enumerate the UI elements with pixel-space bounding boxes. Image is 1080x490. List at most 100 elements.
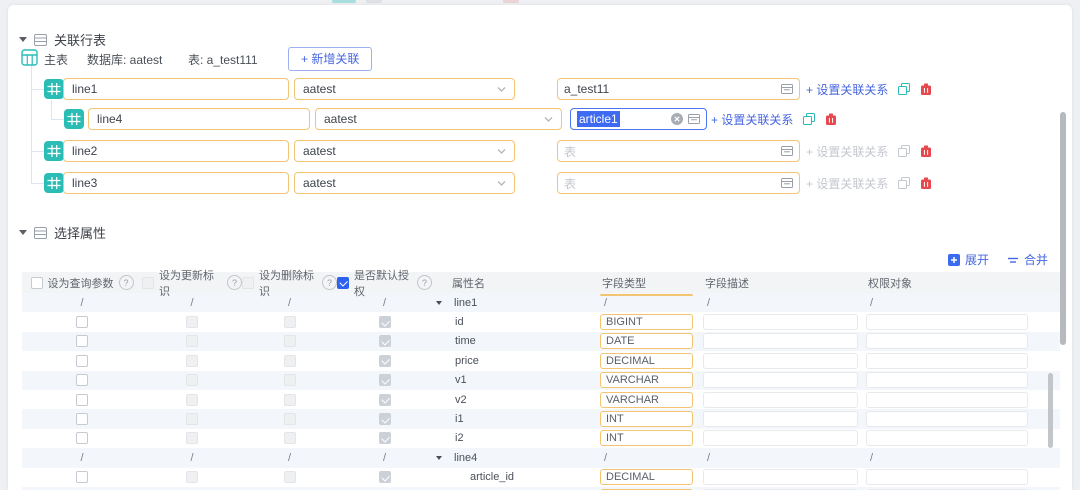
set-relation-link[interactable]: + 设置关联关系	[806, 175, 888, 192]
help-icon[interactable]: ?	[322, 275, 337, 290]
copy-icon[interactable]	[803, 113, 815, 125]
permission-input[interactable]	[866, 411, 1028, 427]
query-param-checkbox[interactable]	[76, 394, 88, 406]
field-type-input[interactable]	[600, 430, 693, 446]
delete-icon[interactable]	[920, 177, 932, 190]
table-scrollbar[interactable]	[1048, 373, 1053, 448]
clear-icon[interactable]	[671, 113, 683, 125]
query-param-checkbox[interactable]	[76, 355, 88, 367]
query-param-checkbox[interactable]	[76, 374, 88, 386]
linked-table-input[interactable]: a_test11	[557, 78, 800, 100]
table-picker-icon[interactable]	[781, 145, 793, 157]
query-param-checkbox[interactable]	[76, 471, 88, 483]
permission-input[interactable]	[866, 469, 1028, 485]
table-cell: i1	[432, 409, 595, 428]
permission-input[interactable]	[866, 372, 1028, 388]
table-picker-icon[interactable]	[781, 145, 793, 157]
linked-table-input-value: a_test11	[564, 82, 776, 96]
add-relation-button[interactable]: + 新增关联	[288, 47, 372, 71]
copy-icon[interactable]	[898, 177, 910, 189]
table-picker-icon[interactable]	[781, 177, 793, 189]
attribute-name: i1	[455, 413, 464, 425]
relation-name-input[interactable]	[63, 172, 289, 194]
delete-icon[interactable]	[825, 113, 837, 126]
field-desc-input[interactable]	[703, 353, 858, 369]
field-desc-input[interactable]	[703, 372, 858, 388]
header-checkbox[interactable]	[31, 277, 43, 289]
default-auth-checkbox	[379, 316, 391, 328]
linked-table-input[interactable]: 表	[557, 140, 800, 162]
table-picker-icon[interactable]	[781, 83, 793, 95]
expand-all-button[interactable]: 展开	[948, 251, 989, 268]
group-caret-icon[interactable]	[436, 456, 442, 460]
group-caret-icon[interactable]	[436, 301, 442, 305]
field-desc-input[interactable]	[703, 430, 858, 446]
header-checkbox[interactable]	[337, 277, 349, 289]
copy-icon[interactable]	[898, 177, 910, 189]
merge-all-button[interactable]: 合并	[1007, 251, 1048, 268]
linked-table-input[interactable]: 表	[557, 172, 800, 194]
permission-input[interactable]	[866, 392, 1028, 408]
database-select[interactable]: aatest	[294, 172, 515, 194]
clear-icon[interactable]	[671, 113, 683, 125]
set-relation-link[interactable]: + 设置关联关系	[806, 81, 888, 98]
relation-name-input[interactable]	[63, 140, 289, 162]
help-icon[interactable]: ?	[119, 275, 134, 290]
delete-icon[interactable]	[920, 83, 932, 96]
query-param-checkbox[interactable]	[76, 413, 88, 425]
collapse-caret-icon[interactable]	[19, 230, 27, 235]
copy-icon[interactable]	[898, 83, 910, 95]
table-picker-icon[interactable]	[688, 113, 700, 125]
permission-input[interactable]	[866, 314, 1028, 330]
field-type-input[interactable]	[600, 392, 693, 408]
database-select[interactable]: aatest	[294, 140, 515, 162]
field-type-input[interactable]	[600, 372, 693, 388]
relation-name-input[interactable]	[63, 78, 289, 100]
help-icon[interactable]: ?	[227, 275, 242, 290]
set-relation-link[interactable]: + 设置关联关系	[711, 111, 793, 128]
set-relation-link[interactable]: + 设置关联关系	[806, 143, 888, 160]
permission-input[interactable]	[866, 353, 1028, 369]
delete-icon[interactable]	[920, 83, 932, 96]
delete-icon[interactable]	[920, 177, 932, 190]
page-scrollbar[interactable]	[1060, 112, 1066, 345]
delete-icon[interactable]	[920, 145, 932, 158]
database-select[interactable]: aatest	[294, 78, 515, 100]
field-desc-input[interactable]	[703, 469, 858, 485]
copy-icon[interactable]	[898, 145, 910, 157]
node-table-icon	[44, 141, 64, 161]
row-actions: + 设置关联关系	[711, 108, 837, 130]
table-cell	[861, 409, 1060, 428]
copy-icon[interactable]	[898, 83, 910, 95]
table-picker-icon[interactable]	[781, 83, 793, 95]
field-desc-input[interactable]	[703, 314, 858, 330]
delete-icon[interactable]	[920, 145, 932, 158]
attribute-name: price	[455, 355, 479, 367]
permission-input[interactable]	[866, 430, 1028, 446]
query-param-checkbox[interactable]	[76, 316, 88, 328]
linked-table-input[interactable]: article1	[570, 108, 707, 130]
copy-icon[interactable]	[898, 145, 910, 157]
field-desc-input[interactable]	[703, 392, 858, 408]
relation-name-input[interactable]	[88, 108, 310, 130]
table-cell	[142, 332, 242, 351]
field-type-input[interactable]	[600, 353, 693, 369]
field-type-input[interactable]	[600, 411, 693, 427]
field-type-input[interactable]	[600, 469, 693, 485]
table-picker-icon[interactable]	[781, 177, 793, 189]
table-picker-icon[interactable]	[688, 113, 700, 125]
field-type-input[interactable]	[600, 314, 693, 330]
database-select[interactable]: aatest	[315, 108, 562, 130]
field-desc-input[interactable]	[703, 333, 858, 349]
permission-input[interactable]	[866, 333, 1028, 349]
copy-icon[interactable]	[803, 113, 815, 125]
query-param-checkbox[interactable]	[76, 432, 88, 444]
field-type-input[interactable]	[600, 333, 693, 349]
delete-icon[interactable]	[825, 113, 837, 126]
delete-flag-checkbox	[284, 374, 296, 386]
collapse-caret-icon[interactable]	[19, 37, 27, 42]
help-icon[interactable]: ?	[417, 275, 432, 290]
default-auth-checkbox	[379, 413, 391, 425]
query-param-checkbox[interactable]	[76, 335, 88, 347]
field-desc-input[interactable]	[703, 411, 858, 427]
